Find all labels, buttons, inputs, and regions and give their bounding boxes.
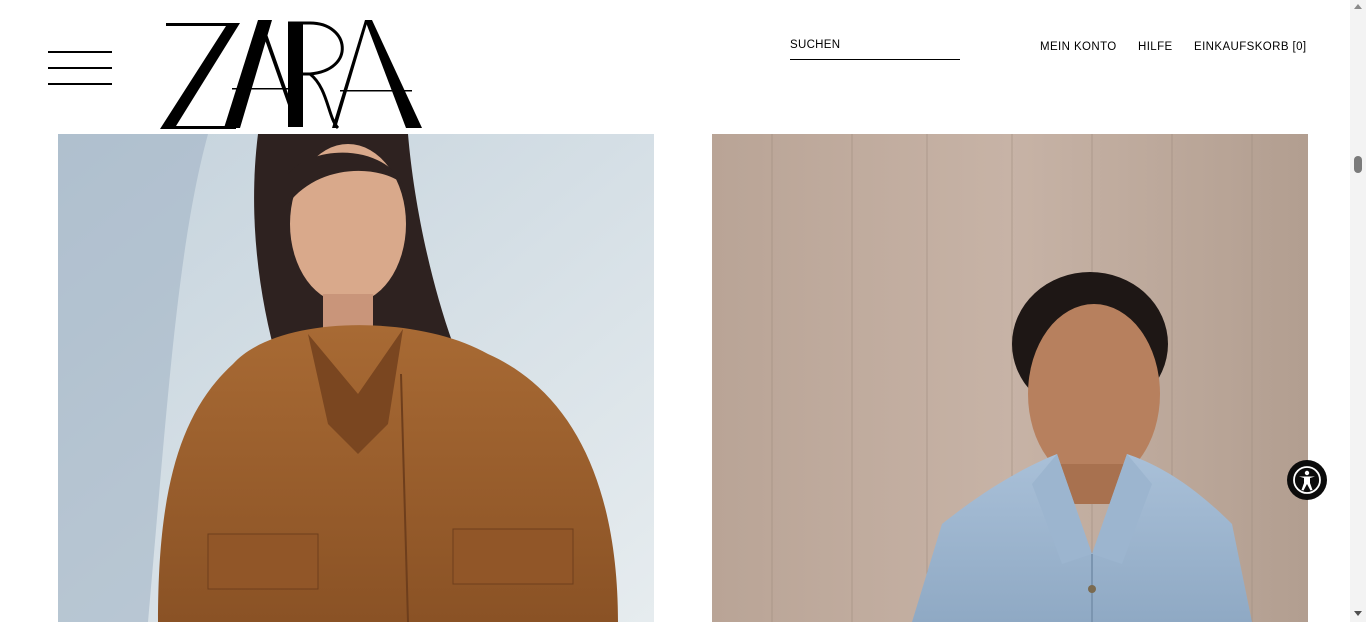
denim-jacket-photo <box>712 134 1308 622</box>
product-image-denim-jacket[interactable] <box>712 134 1308 622</box>
site-header: SUCHEN MEIN KONTO HILFE EINKAUFSKORB [0] <box>0 0 1350 134</box>
accessibility-button[interactable] <box>1287 460 1327 500</box>
search-placeholder: SUCHEN <box>790 39 841 51</box>
scroll-down-arrow-icon[interactable] <box>1354 611 1362 616</box>
help-link[interactable]: HILFE <box>1138 41 1173 53</box>
cart-link[interactable]: EINKAUFSKORB [0] <box>1194 41 1306 53</box>
account-link[interactable]: MEIN KONTO <box>1040 41 1117 53</box>
accessibility-icon <box>1293 466 1321 494</box>
product-image-suede-jacket[interactable] <box>58 134 654 622</box>
scroll-thumb[interactable] <box>1354 156 1362 173</box>
scroll-up-arrow-icon[interactable] <box>1354 4 1362 9</box>
search-input[interactable]: SUCHEN <box>790 37 960 60</box>
page-scrollbar[interactable] <box>1350 0 1366 622</box>
zara-logo[interactable] <box>160 18 422 130</box>
hamburger-menu-icon[interactable] <box>48 51 112 85</box>
suede-jacket-photo <box>58 134 654 622</box>
